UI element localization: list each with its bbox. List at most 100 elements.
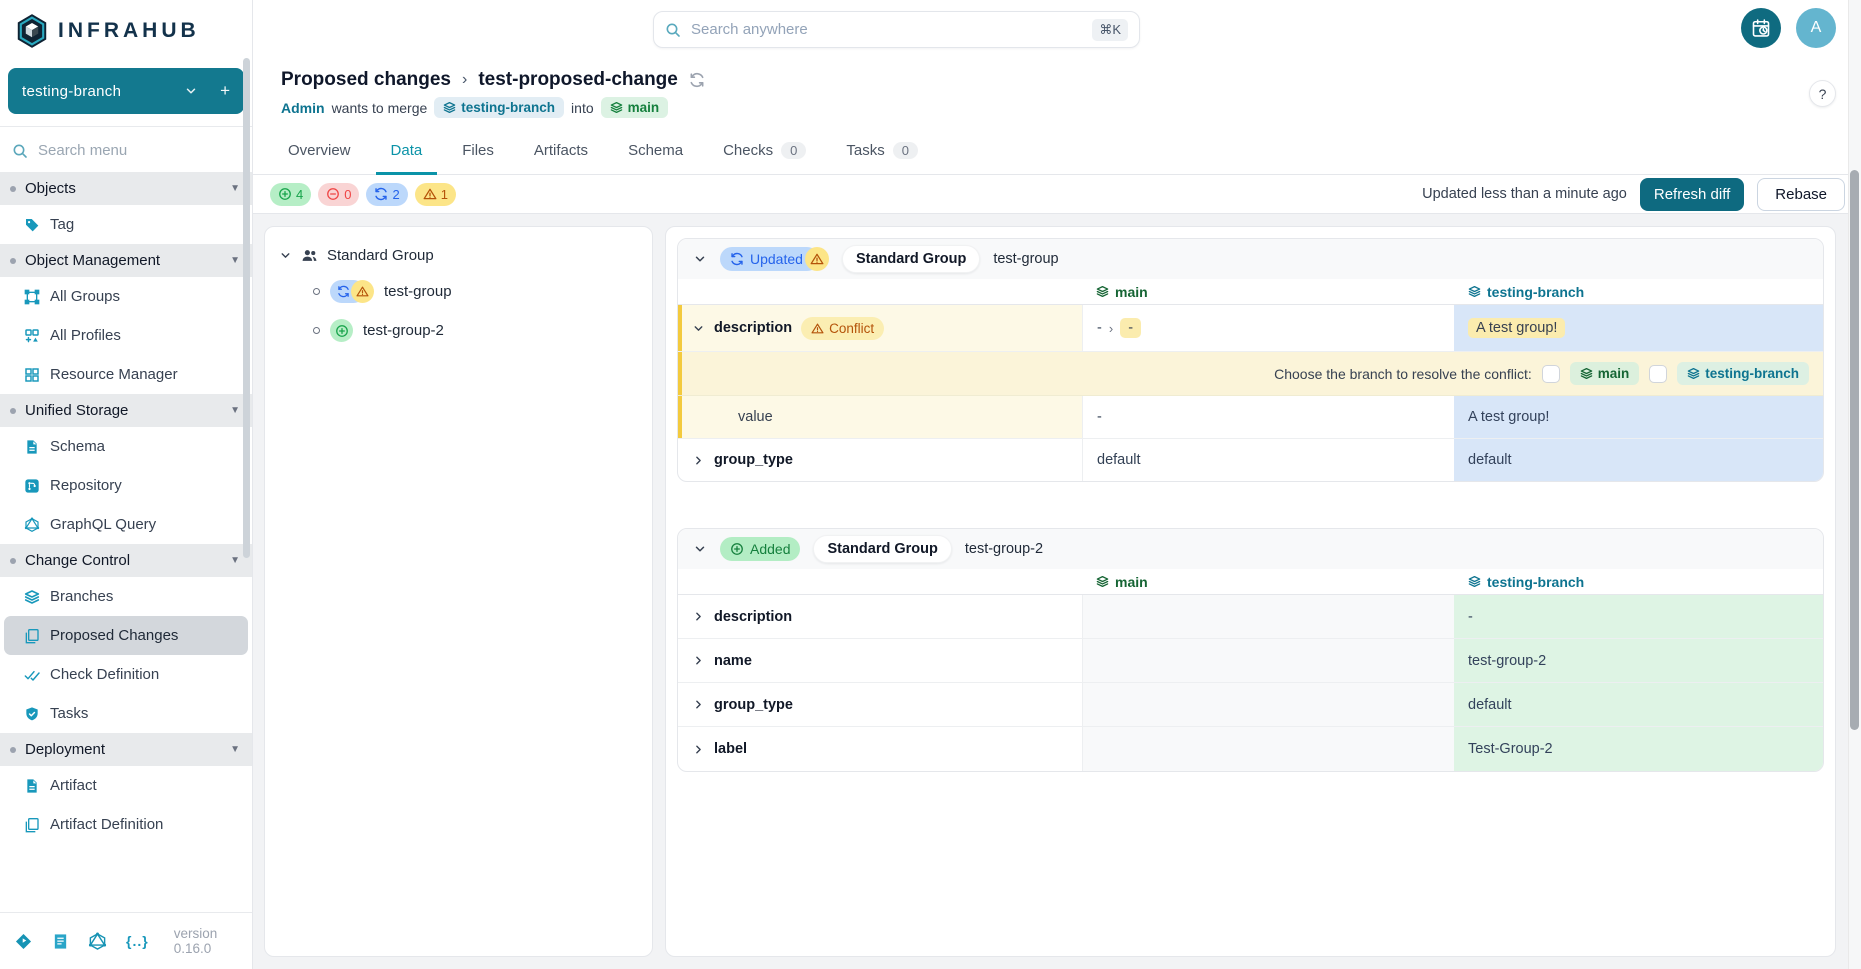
- column-label: main: [1115, 574, 1148, 590]
- global-search[interactable]: ⌘K: [653, 11, 1140, 48]
- object-kind-chip: Standard Group: [842, 245, 980, 273]
- refresh-icon: [730, 252, 744, 266]
- git-icon: [24, 478, 40, 494]
- choose-main-checkbox[interactable]: [1542, 365, 1560, 383]
- refresh-icon[interactable]: [689, 72, 705, 88]
- branch-value-cell: A test group!: [1454, 305, 1823, 351]
- add-branch-button[interactable]: +: [220, 81, 230, 101]
- page-scrollbar[interactable]: [1848, 0, 1861, 969]
- layers-icon: [443, 101, 456, 114]
- sidebar-item-label: Tasks: [50, 705, 88, 722]
- menu-search-input[interactable]: [38, 142, 208, 159]
- tab-tasks[interactable]: Tasks0: [831, 134, 933, 175]
- bullet-icon: [10, 747, 16, 753]
- branch-value: A test group!: [1468, 318, 1565, 338]
- refresh-icon: [374, 187, 388, 201]
- section-deployment[interactable]: Deployment ▼: [0, 733, 252, 766]
- sidebar-item-check-definition[interactable]: Check Definition: [0, 655, 252, 694]
- tree-node-standard-group[interactable]: Standard Group: [279, 247, 638, 264]
- section-change-control[interactable]: Change Control ▼: [0, 544, 252, 577]
- diff-panel-header[interactable]: Added Standard Group test-group-2: [678, 529, 1823, 569]
- sidebar-item-label: Proposed Changes: [50, 627, 178, 644]
- group-icon: [301, 247, 318, 264]
- branch-option-badge[interactable]: testing-branch: [1677, 362, 1809, 385]
- menu-search[interactable]: [0, 127, 252, 172]
- scrollbar-thumb[interactable]: [1850, 170, 1859, 730]
- tab-data[interactable]: Data: [376, 134, 438, 175]
- property-cell[interactable]: description: [678, 595, 1082, 638]
- property-cell[interactable]: group_type: [678, 683, 1082, 726]
- sidebar-item-all-groups[interactable]: All Groups: [0, 277, 252, 316]
- refresh-diff-button[interactable]: Refresh diff: [1640, 178, 1744, 211]
- sidebar-item-artifact-definition[interactable]: Artifact Definition: [0, 805, 252, 844]
- avatar[interactable]: A: [1796, 8, 1836, 48]
- collapse-icon: ▼: [230, 183, 240, 194]
- section-objects[interactable]: Objects ▼: [0, 172, 252, 205]
- sidebar-item-resource-manager[interactable]: Resource Manager: [0, 355, 252, 394]
- swagger-docs-icon[interactable]: [14, 932, 33, 951]
- main-option-badge[interactable]: main: [1570, 362, 1640, 385]
- page-header: Proposed changes › test-proposed-change …: [253, 55, 1861, 118]
- property-cell[interactable]: group_type: [678, 439, 1082, 481]
- sidebar-item-schema[interactable]: Schema: [0, 427, 252, 466]
- breadcrumb-parent[interactable]: Proposed changes: [281, 69, 451, 91]
- property-cell[interactable]: name: [678, 639, 1082, 682]
- sidebar-item-proposed-changes[interactable]: Proposed Changes: [4, 616, 248, 655]
- conflict-status-badge: [805, 247, 829, 271]
- layers-icon: [24, 589, 40, 605]
- tab-artifacts[interactable]: Artifacts: [519, 134, 603, 175]
- sidebar-item-label: All Groups: [50, 288, 120, 305]
- sidebar-item-label: Check Definition: [50, 666, 159, 683]
- file-icon: [24, 439, 40, 455]
- added-status-badge: Added: [720, 537, 800, 561]
- section-object-management[interactable]: Object Management ▼: [0, 244, 252, 277]
- profiles-icon: [24, 328, 40, 344]
- tree-node-test-group-2[interactable]: test-group-2: [313, 319, 638, 342]
- grid-icon: [24, 367, 40, 383]
- section-unified-storage[interactable]: Unified Storage ▼: [0, 394, 252, 427]
- property-cell[interactable]: description Conflict: [678, 305, 1082, 351]
- sidebar-item-repository[interactable]: Repository: [0, 466, 252, 505]
- last-updated-text: Updated less than a minute ago: [1422, 186, 1627, 202]
- tab-checks[interactable]: Checks0: [708, 134, 821, 175]
- tree-node-test-group[interactable]: test-group: [313, 280, 638, 303]
- help-button[interactable]: ?: [1809, 80, 1836, 107]
- branch-column-header: testing-branch: [1454, 569, 1823, 594]
- sidebar-item-artifact[interactable]: Artifact: [0, 766, 252, 805]
- main-value-cell: [1082, 727, 1454, 771]
- bullet-icon: [313, 288, 320, 295]
- rebase-button[interactable]: Rebase: [1757, 178, 1845, 211]
- graphql-sandbox-icon[interactable]: [88, 932, 107, 951]
- documentation-icon[interactable]: [52, 933, 69, 950]
- sidebar-item-tag[interactable]: Tag: [0, 205, 252, 244]
- tab-bar: Overview Data Files Artifacts Schema Che…: [253, 118, 1861, 175]
- branch-selector[interactable]: testing-branch +: [8, 68, 244, 114]
- collapse-icon: ▼: [230, 555, 240, 566]
- added-count: 4: [296, 187, 303, 202]
- sidebar-item-tasks[interactable]: Tasks: [0, 694, 252, 733]
- breadcrumb: Proposed changes › test-proposed-change: [281, 69, 1861, 91]
- sidebar-item-branches[interactable]: Branches: [0, 577, 252, 616]
- object-group-icon: [24, 289, 40, 305]
- diff-panel-header[interactable]: Updated Standard Group test-group: [678, 239, 1823, 279]
- code-icon[interactable]: {..}: [126, 933, 149, 949]
- tab-overview[interactable]: Overview: [273, 134, 366, 175]
- tab-schema[interactable]: Schema: [613, 134, 698, 175]
- app-logo[interactable]: INFRAHUB: [0, 0, 252, 54]
- bullet-icon: [10, 558, 16, 564]
- sidebar-scrollbar[interactable]: [243, 58, 250, 558]
- choose-branch-checkbox[interactable]: [1649, 365, 1667, 383]
- property-name: group_type: [714, 697, 793, 713]
- calendar-clock-icon: [1751, 18, 1771, 38]
- time-travel-button[interactable]: [1741, 8, 1781, 48]
- sidebar-item-all-profiles[interactable]: All Profiles: [0, 316, 252, 355]
- main-value-cell: [1082, 639, 1454, 682]
- target-branch-badge: main: [601, 97, 669, 118]
- sidebar-item-graphql-query[interactable]: GraphQL Query: [0, 505, 252, 544]
- property-cell[interactable]: label: [678, 727, 1082, 771]
- option-label: testing-branch: [1705, 366, 1799, 381]
- section-label: Change Control: [25, 552, 130, 569]
- global-search-input[interactable]: [691, 21, 1082, 38]
- tab-files[interactable]: Files: [447, 134, 509, 175]
- section-label: Deployment: [25, 741, 105, 758]
